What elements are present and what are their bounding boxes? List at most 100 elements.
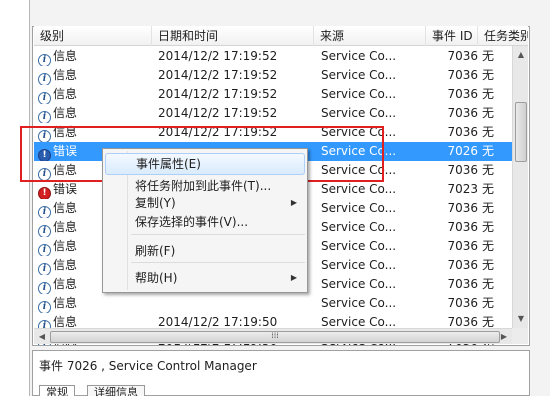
submenu-arrow-icon: ▶ (290, 273, 297, 282)
level-label: 信息 (53, 220, 78, 234)
info-icon: i (38, 225, 51, 237)
context-menu-item-label: 复制(Y) (135, 196, 176, 210)
source-cell: Service Co... (321, 258, 397, 272)
level-label: 信息 (53, 277, 78, 291)
table-row[interactable]: i 信息 2014/12/2 17:19:52 Service Co... 7036 无 (34, 66, 528, 85)
info-icon: i (38, 206, 51, 218)
column-header-source[interactable]: 来源 (314, 26, 426, 46)
event-id-cell: 7026 (447, 144, 478, 158)
level-cell: i信息 (38, 104, 154, 123)
source-cell: Service Co... (321, 239, 397, 253)
level-label: 信息 (53, 49, 78, 63)
context-menu-item[interactable]: 帮助(H) ▶ (105, 268, 305, 288)
event-id-cell: 7036 (447, 201, 478, 215)
level-label: 信息 (53, 315, 78, 329)
event-id-cell: 7036 (447, 258, 478, 272)
level-cell: i信息 (38, 294, 154, 313)
date-cell: 2014/12/2 17:19:52 (158, 87, 278, 101)
info-icon: i (38, 244, 51, 256)
info-icon: i (38, 301, 51, 313)
level-cell: i信息 (38, 47, 154, 66)
source-cell: Service Co... (321, 182, 397, 196)
info-icon: i (38, 73, 51, 85)
column-header-level[interactable]: 级别 (34, 26, 152, 46)
scroll-up-arrow-icon[interactable]: ▲ (514, 48, 528, 62)
context-menu-separator (131, 234, 305, 235)
event-id-cell: 7036 (447, 296, 478, 310)
event-id-cell: 7036 (447, 106, 478, 120)
submenu-arrow-icon: ▶ (290, 198, 297, 207)
event-id-cell: 7036 (447, 163, 478, 177)
info-icon: i (38, 111, 51, 123)
scroll-down-arrow-icon[interactable]: ▼ (514, 312, 528, 326)
context-menu-item-label: 保存选择的事件(V)... (135, 215, 249, 229)
info-icon: i (38, 92, 51, 104)
source-cell: Service Co... (321, 277, 397, 291)
context-menu-separator (131, 262, 305, 263)
horizontal-scrollbar[interactable]: ◀ ⁞⁞⁞ ▶ (34, 328, 512, 344)
level-label: 信息 (53, 296, 78, 310)
event-id-cell: 7036 (447, 68, 478, 82)
column-header-event-id[interactable]: 事件 ID (426, 26, 478, 46)
level-label: 信息 (53, 106, 78, 120)
source-cell: Service Co... (321, 220, 397, 234)
context-menu-item-label: 帮助(H) (135, 271, 178, 285)
tab-details[interactable]: 详细信息 (87, 385, 145, 396)
info-icon: i (38, 282, 51, 294)
table-row[interactable]: i 信息 2014/12/2 17:19:52 Service Co... 7036 无 (34, 47, 528, 66)
event-id-cell: 7036 (447, 125, 478, 139)
table-row[interactable]: i 信息 Service Co... 7036 无 (34, 294, 528, 313)
vertical-scroll-thumb[interactable] (515, 102, 527, 162)
scroll-left-arrow-icon[interactable]: ◀ (35, 330, 49, 344)
tab-general[interactable]: 常规 (39, 385, 75, 396)
context-menu-item[interactable]: 保存选择的事件(V)... (105, 212, 305, 232)
source-cell: Service Co... (321, 201, 397, 215)
context-menu-item[interactable]: 复制(Y) ▶ (105, 193, 305, 213)
date-cell: 2014/12/2 17:19:52 (158, 49, 278, 63)
event-id-cell: 7036 (447, 220, 478, 234)
table-row[interactable]: i 信息 2014/12/2 17:19:52 Service Co... 7036 无 (34, 85, 528, 104)
context-menu: 事件属性(E) 将任务附加到此事件(T)... 复制(Y) ▶ 保存选择的事件(V)..… (102, 148, 308, 293)
horizontal-scroll-thumb[interactable]: ⁞⁞⁞ (50, 331, 500, 343)
event-id-cell: 7036 (447, 87, 478, 101)
level-label: 信息 (53, 87, 78, 101)
context-menu-item-label: 刷新(F) (135, 244, 176, 258)
context-menu-item-label: 事件属性(E) (136, 157, 201, 171)
level-label: 信息 (53, 239, 78, 253)
vertical-scrollbar[interactable]: ▲ ▼ (512, 46, 528, 328)
event-list-header: 级别 日期和时间 来源 事件 ID 任务类别 (34, 26, 528, 46)
info-icon: i (38, 263, 51, 275)
source-cell: Service Co... (321, 87, 397, 101)
source-cell: Service Co... (321, 296, 397, 310)
scroll-right-arrow-icon[interactable]: ▶ (497, 330, 511, 344)
level-label: 信息 (53, 258, 78, 272)
event-details-title: 事件 7026 , Service Control Manager (39, 359, 257, 373)
source-cell: Service Co... (321, 49, 397, 63)
error-icon: ! (38, 187, 51, 199)
event-id-cell: 7036 (447, 49, 478, 63)
date-cell: 2014/12/2 17:19:52 (158, 106, 278, 120)
event-id-cell: 7036 (447, 277, 478, 291)
level-label: 信息 (53, 68, 78, 82)
source-cell: Service Co... (321, 106, 397, 120)
context-menu-item[interactable]: 事件属性(E) (105, 153, 305, 175)
column-header-date[interactable]: 日期和时间 (152, 26, 314, 46)
level-cell: i信息 (38, 66, 154, 85)
scrollbar-corner (512, 328, 528, 344)
level-label: 错误 (53, 182, 78, 196)
event-id-cell: 7023 (447, 182, 478, 196)
context-menu-item-label: 将任务附加到此事件(T)... (135, 179, 272, 193)
event-details-pane: 事件 7026 , Service Control Manager 常规 详细信… (32, 350, 530, 396)
navigation-pane (0, 0, 30, 396)
source-cell: Service Co... (321, 68, 397, 82)
info-icon: i (38, 54, 51, 66)
table-row[interactable]: i 信息 2014/12/2 17:19:52 Service Co... 7036 无 (34, 104, 528, 123)
event-viewer-window: 级别 日期和时间 来源 事件 ID 任务类别 i 信息 2014/12/2 17:1… (0, 0, 550, 396)
level-label: 信息 (53, 201, 78, 215)
level-cell: i信息 (38, 85, 154, 104)
date-cell: 2014/12/2 17:19:52 (158, 68, 278, 82)
date-cell (158, 294, 318, 313)
column-header-category[interactable]: 任务类别 (478, 26, 528, 46)
context-menu-item[interactable]: 刷新(F) (105, 241, 305, 261)
event-id-cell: 7036 (447, 239, 478, 253)
